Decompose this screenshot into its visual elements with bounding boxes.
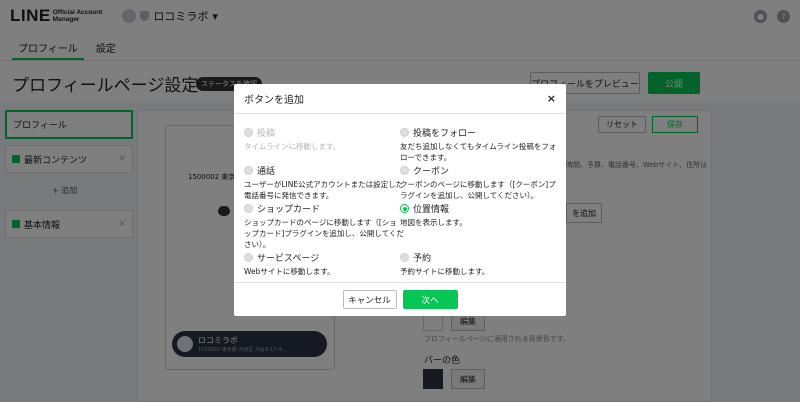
option-label: ショップカード — [257, 205, 321, 215]
option-description: ショップカードのページに移動します（[ショップカード]プラグインを追加し、公開し… — [244, 218, 404, 249]
cancel-button[interactable]: キャンセル — [342, 290, 397, 309]
option-follow-post[interactable]: 投稿をフォロー 友だち追加しなくてもタイムライン投稿をフォローできます。 — [400, 126, 558, 163]
dialog-footer: キャンセル 次へ — [234, 282, 566, 316]
option-shop-card[interactable]: ショップカード ショップカードのページに移動します（[ショップカード]プラグイン… — [244, 202, 404, 250]
option-location[interactable]: 位置情報 地図を表示します。 — [400, 202, 558, 228]
next-button[interactable]: 次へ — [402, 290, 458, 309]
close-icon[interactable]: × — [547, 92, 556, 105]
option-coupon[interactable]: クーポン クーポンのページに移動します（[クーポン]プラグインを追加し、公開して… — [400, 164, 558, 201]
option-description: タイムラインに移動します。 — [244, 142, 341, 151]
option-description: Webサイトに移動します。 — [244, 267, 335, 276]
option-label: 予約 — [413, 254, 432, 264]
radio-button — [244, 128, 253, 137]
radio-button-checked[interactable] — [400, 204, 409, 213]
dialog-header: ボタンを追加 × — [234, 84, 566, 114]
radio-button[interactable] — [400, 166, 409, 175]
radio-button[interactable] — [244, 166, 253, 175]
option-description: ユーザーがLINE公式アカウントまたは設定した電話番号に発信できます。 — [244, 180, 404, 200]
option-reservation[interactable]: 予約 予約サイトに移動します。 — [400, 251, 558, 277]
option-label: サービスページ — [257, 254, 320, 264]
option-label: 投稿 — [257, 129, 276, 139]
button-options: 投稿 タイムラインに移動します。 投稿をフォロー 友だち追加しなくてもタイムライ… — [234, 114, 566, 282]
option-description: 予約サイトに移動します。 — [400, 267, 490, 276]
option-label: クーポン — [413, 167, 450, 177]
option-service-page[interactable]: サービスページ Webサイトに移動します。 — [244, 251, 404, 277]
option-post: 投稿 タイムラインに移動します。 — [244, 126, 404, 152]
option-label: 通話 — [257, 167, 276, 177]
option-call[interactable]: 通話 ユーザーがLINE公式アカウントまたは設定した電話番号に発信できます。 — [244, 164, 404, 201]
radio-button[interactable] — [244, 204, 253, 213]
dialog-title: ボタンを追加 — [244, 95, 304, 106]
option-label: 投稿をフォロー — [413, 129, 477, 139]
option-label: 位置情報 — [413, 205, 450, 215]
radio-button[interactable] — [400, 128, 409, 137]
option-description: クーポンのページに移動します（[クーポン]プラグインを追加し、公開してください）… — [400, 180, 556, 200]
radio-button[interactable] — [244, 253, 253, 262]
option-description: 友だち追加しなくてもタイムライン投稿をフォローできます。 — [400, 142, 557, 162]
option-description: 地図を表示します。 — [400, 218, 467, 227]
radio-button[interactable] — [400, 253, 409, 262]
add-button-dialog: ボタンを追加 × 投稿 タイムラインに移動します。 投稿をフォロー 友だち追加し… — [234, 84, 566, 316]
